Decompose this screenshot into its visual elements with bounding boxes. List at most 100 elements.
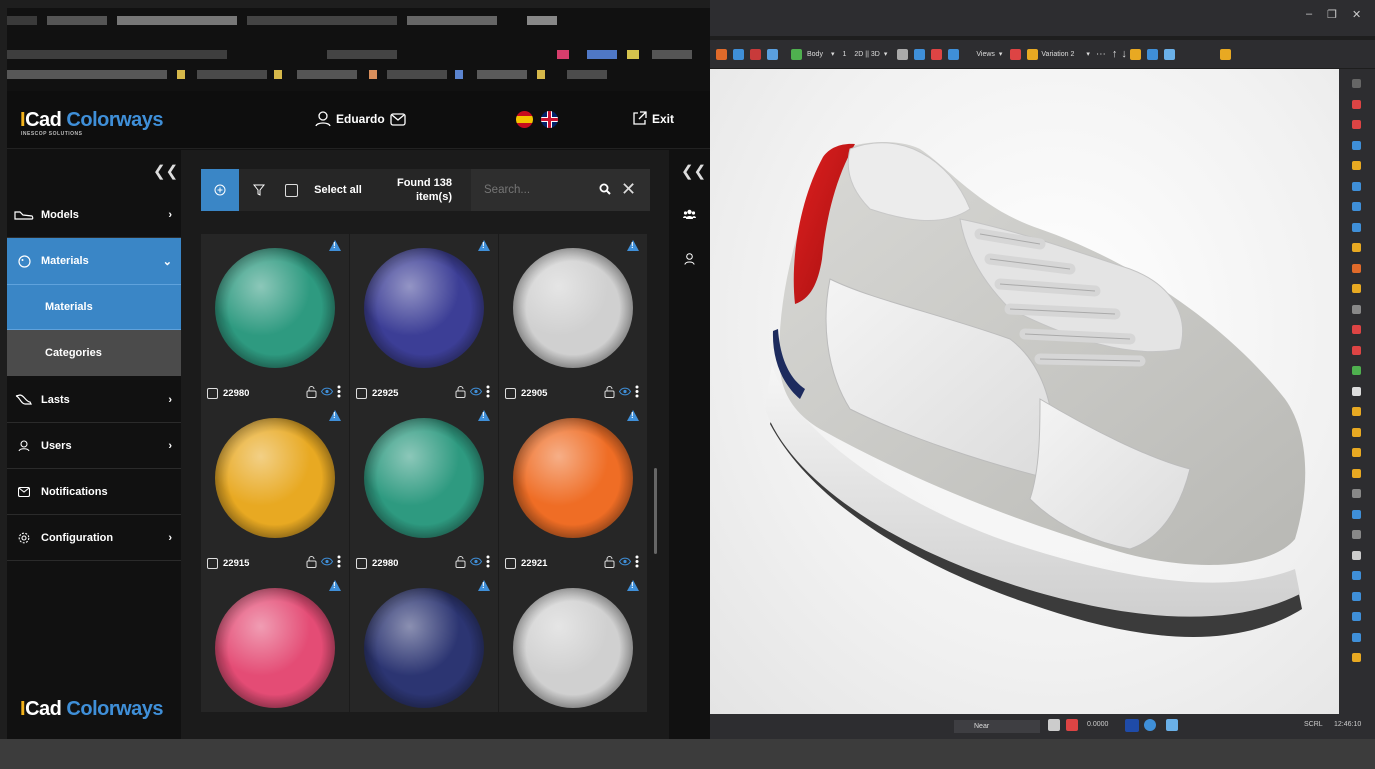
side-tool-icon[interactable] (1352, 161, 1361, 170)
side-tool-icon[interactable] (1352, 99, 1361, 109)
warning-icon[interactable] (329, 580, 341, 591)
side-tool-icon[interactable] (1352, 591, 1361, 601)
body-tool-icon[interactable] (791, 48, 802, 60)
material-checkbox[interactable] (356, 387, 367, 399)
side-tool-icon[interactable] (1352, 120, 1361, 129)
warning-icon[interactable] (329, 240, 341, 251)
side-tool-icon[interactable] (1352, 222, 1361, 232)
more-icon[interactable]: ⋯ (1096, 49, 1106, 60)
toolbar-tool-icon[interactable] (733, 48, 744, 60)
body-dropdown[interactable]: Body (807, 51, 823, 58)
side-tool-icon[interactable] (1352, 366, 1361, 375)
lock-open-icon[interactable] (455, 555, 466, 568)
material-card[interactable] (499, 574, 647, 712)
toolbar-tool-icon[interactable] (1146, 48, 1158, 60)
side-tool-icon[interactable] (1352, 550, 1361, 560)
sync-icon[interactable] (1144, 719, 1156, 731)
toolbar-tool-icon[interactable] (897, 48, 909, 60)
add-material-button[interactable] (201, 169, 239, 211)
toolbar-tool-icon[interactable] (914, 48, 926, 60)
side-tool-icon[interactable] (1352, 345, 1361, 355)
measure-icon[interactable] (1066, 719, 1078, 731)
mail-icon[interactable] (390, 112, 406, 126)
sidebar-item-lasts[interactable]: Lasts › (7, 377, 181, 423)
lock-open-icon[interactable] (306, 555, 317, 568)
lock-open-icon[interactable] (455, 385, 466, 398)
restore-icon[interactable]: ❐ (1327, 8, 1337, 21)
side-tool-icon[interactable] (1352, 325, 1361, 334)
toolbar-tool-icon[interactable] (931, 48, 943, 60)
side-tool-icon[interactable] (1352, 468, 1361, 478)
variation-icon[interactable] (1027, 48, 1039, 60)
material-card[interactable]: 22925 (350, 234, 498, 404)
sidebar-item-configuration[interactable]: Configuration › (7, 515, 181, 561)
warning-icon[interactable] (627, 580, 639, 591)
material-checkbox[interactable] (505, 557, 516, 569)
warning-icon[interactable] (627, 240, 639, 251)
more-options-icon[interactable] (635, 385, 639, 398)
material-card[interactable]: 22980 (350, 404, 498, 574)
material-card[interactable]: 22921 (499, 404, 647, 574)
spanish-flag-icon[interactable] (516, 111, 533, 128)
filter-button[interactable] (239, 184, 279, 196)
close-icon[interactable]: ✕ (1352, 8, 1361, 21)
material-checkbox[interactable] (207, 387, 218, 399)
warning-icon[interactable] (329, 410, 341, 421)
warning-icon[interactable] (478, 580, 490, 591)
lock-open-icon[interactable] (604, 555, 615, 568)
side-tool-icon[interactable] (1352, 571, 1361, 580)
side-tool-icon[interactable] (1352, 263, 1361, 273)
sidebar-item-models[interactable]: Models › (7, 192, 181, 238)
side-tool-icon[interactable] (1352, 509, 1361, 519)
toolbar-tool-icon[interactable] (1129, 48, 1141, 60)
clear-search-icon[interactable]: ✕ (621, 180, 636, 198)
eye-icon[interactable] (470, 557, 482, 566)
search-icon[interactable] (599, 183, 611, 195)
side-tool-icon[interactable] (1352, 284, 1361, 293)
eye-icon[interactable] (619, 557, 631, 566)
snap-icon[interactable] (1125, 719, 1139, 732)
lock-open-icon[interactable] (604, 385, 615, 398)
minimize-icon[interactable]: – (1306, 8, 1312, 20)
side-tool-icon[interactable] (1352, 140, 1361, 150)
users-group-icon[interactable] (683, 209, 696, 219)
toolbar-tool-icon[interactable] (1219, 48, 1231, 60)
side-tool-icon[interactable] (1352, 489, 1361, 498)
toolbar-tool-icon[interactable] (716, 48, 727, 60)
exit-button[interactable]: Exit (632, 111, 674, 126)
more-options-icon[interactable] (635, 555, 639, 568)
side-tool-icon[interactable] (1352, 304, 1361, 314)
sidebar-item-users[interactable]: Users › (7, 423, 181, 469)
eye-icon[interactable] (321, 557, 333, 566)
grid-toggle-icon[interactable] (1048, 719, 1060, 731)
material-card[interactable]: 22905 (499, 234, 647, 404)
side-tool-icon[interactable] (1352, 653, 1361, 662)
warning-icon[interactable] (478, 240, 490, 251)
sidebar-subitem-materials[interactable]: Materials (7, 284, 181, 330)
more-options-icon[interactable] (337, 555, 341, 568)
variation-dropdown[interactable]: Variation 2 (1041, 51, 1074, 58)
material-card[interactable] (350, 574, 498, 712)
arrow-up-icon[interactable]: ↑ (1112, 48, 1118, 60)
arrow-down-icon[interactable]: ↓ (1121, 48, 1127, 60)
sidebar-item-notifications[interactable]: Notifications (7, 469, 181, 515)
eye-icon[interactable] (619, 387, 631, 396)
side-tool-icon[interactable] (1352, 386, 1361, 396)
sidebar-subitem-categories[interactable]: Categories (7, 330, 181, 376)
uk-flag-icon[interactable] (541, 111, 558, 128)
search-input[interactable] (484, 184, 594, 196)
eye-icon[interactable] (321, 387, 333, 396)
toolbar-tool-icon[interactable] (767, 48, 778, 60)
collapse-rail-icon[interactable]: ❮❮ (681, 162, 706, 180)
user-menu[interactable]: Eduardo (315, 111, 406, 127)
side-tool-icon[interactable] (1352, 243, 1361, 252)
material-checkbox[interactable] (207, 557, 218, 569)
material-checkbox[interactable] (356, 557, 367, 569)
side-tool-icon[interactable] (1352, 407, 1361, 416)
sidebar-item-materials[interactable]: Materials ⌄ (7, 238, 181, 284)
material-checkbox[interactable] (505, 387, 516, 399)
mode-dropdown[interactable]: 2D || 3D (854, 51, 879, 58)
user-icon[interactable] (684, 253, 695, 265)
material-card[interactable]: 22980 (201, 234, 349, 404)
near-dropdown[interactable]: Near (954, 720, 1040, 733)
